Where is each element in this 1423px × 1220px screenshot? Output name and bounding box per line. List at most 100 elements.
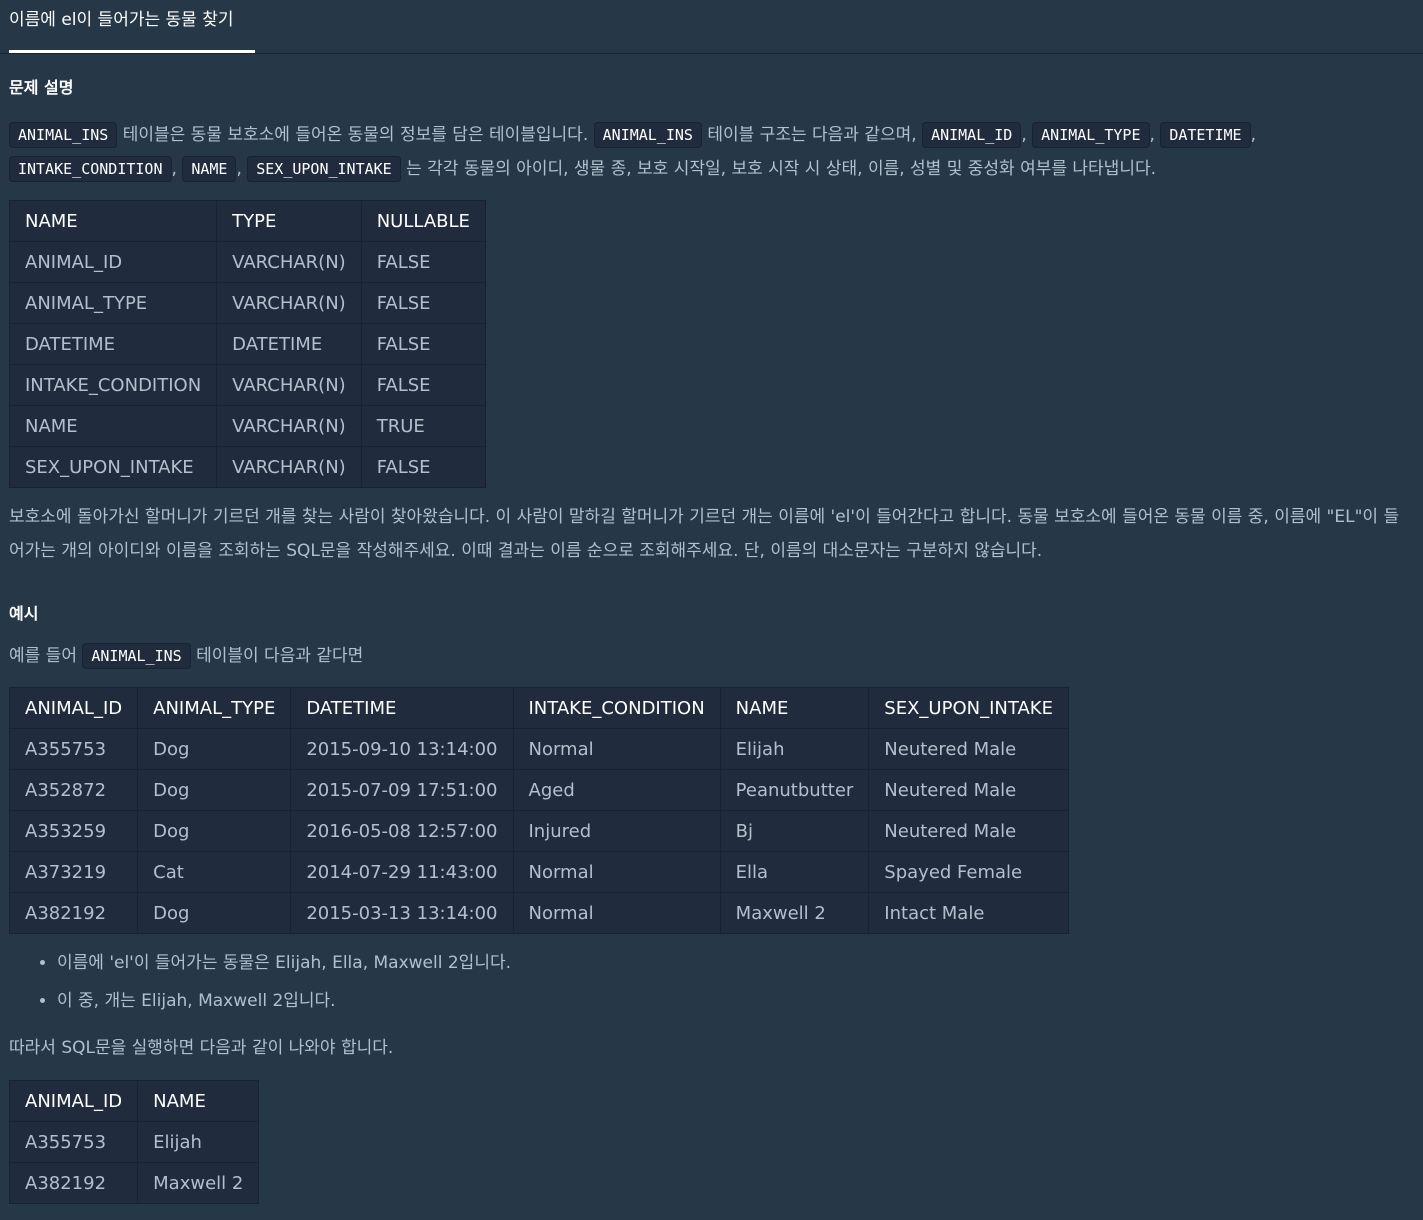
table-header-cell: ANIMAL_ID xyxy=(8,1080,139,1122)
table-cell: ANIMAL_TYPE xyxy=(8,282,218,324)
table-row: ANIMAL_ID VARCHAR(N) FALSE xyxy=(8,241,486,283)
table-header-cell: ANIMAL_ID xyxy=(8,687,139,729)
task-paragraph: 보호소에 돌아가신 할머니가 기르던 개를 찾는 사람이 찾아왔습니다. 이 사… xyxy=(9,507,1400,561)
table-cell: VARCHAR(N) xyxy=(216,282,362,324)
table-cell: DATETIME xyxy=(8,323,218,365)
table-header-cell: DATETIME xyxy=(290,687,514,729)
table-cell: Neutered Male xyxy=(868,810,1069,852)
example-text: 예를 들어 xyxy=(9,646,83,666)
table-cell: ANIMAL_ID xyxy=(8,241,218,283)
table-cell: Normal xyxy=(512,728,721,770)
description-paragraph: ANIMAL_INS 테이블은 동물 보호소에 들어온 동물의 정보를 담은 테… xyxy=(9,118,1414,186)
table-header-row: ANIMAL_ID NAME xyxy=(8,1080,260,1122)
code-intake-condition: INTAKE_CONDITION xyxy=(9,156,172,182)
table-cell: A352872 xyxy=(8,769,139,811)
description-text: 테이블 구조는 다음과 같으며, xyxy=(701,125,923,145)
table-cell: A355753 xyxy=(8,728,139,770)
table-header-cell: NULLABLE xyxy=(360,200,486,242)
table-cell: A373219 xyxy=(8,851,139,893)
table-row: A373219 Cat 2014-07-29 11:43:00 Normal Ella S… xyxy=(8,851,1069,893)
table-cell: 2015-03-13 13:14:00 xyxy=(290,892,514,934)
table-header-row: ANIMAL_ID ANIMAL_TYPE DATETIME INTAKE_CO… xyxy=(8,687,1069,729)
example-heading: 예시 xyxy=(9,604,39,623)
table-header-cell: ANIMAL_TYPE xyxy=(137,687,292,729)
table-cell: Dog xyxy=(137,769,292,811)
table-header-cell: NAME xyxy=(719,687,870,729)
table-row: INTAKE_CONDITION VARCHAR(N) FALSE xyxy=(8,364,486,406)
result-table: ANIMAL_ID NAME A355753 Elijah A382192 Maxw… xyxy=(8,1080,260,1204)
table-cell: Injured xyxy=(512,810,721,852)
table-cell: FALSE xyxy=(360,323,486,365)
table-cell: Aged xyxy=(512,769,721,811)
example-bullets: 이름에 'el'이 들어가는 동물은 Elijah, Ella, Maxwell… xyxy=(9,944,511,1020)
table-cell: VARCHAR(N) xyxy=(216,364,362,406)
table-header-row: NAME TYPE NULLABLE xyxy=(8,200,486,242)
table-cell: FALSE xyxy=(360,364,486,406)
table-cell: Normal xyxy=(512,892,721,934)
table-cell: NAME xyxy=(8,405,218,447)
table-row: A382192 Dog 2015-03-13 13:14:00 Normal Maxwe… xyxy=(8,892,1069,934)
table-cell: Cat xyxy=(137,851,292,893)
table-cell: Dog xyxy=(137,810,292,852)
table-cell: 2014-07-29 11:43:00 xyxy=(290,851,514,893)
table-cell: INTAKE_CONDITION xyxy=(8,364,218,406)
table-cell: A353259 xyxy=(8,810,139,852)
table-cell: 2015-07-09 17:51:00 xyxy=(290,769,514,811)
table-cell: A382192 xyxy=(8,1162,139,1204)
table-cell: Normal xyxy=(512,851,721,893)
table-cell: Bj xyxy=(719,810,870,852)
table-row: ANIMAL_TYPE VARCHAR(N) FALSE xyxy=(8,282,486,324)
table-cell: Elijah xyxy=(719,728,870,770)
result-intro: 따라서 SQL문을 실행하면 다음과 같이 나와야 합니다. xyxy=(9,1038,394,1058)
separator: , xyxy=(1250,125,1256,145)
table-row: DATETIME DATETIME FALSE xyxy=(8,323,486,365)
table-cell: VARCHAR(N) xyxy=(216,405,362,447)
list-item: 이름에 'el'이 들어가는 동물은 Elijah, Ella, Maxwell… xyxy=(57,944,511,982)
table-cell: A382192 xyxy=(8,892,139,934)
code-animal-ins: ANIMAL_INS xyxy=(82,643,191,669)
description-text: 테이블은 동물 보호소에 들어온 동물의 정보를 담은 테이블입니다. xyxy=(117,125,594,145)
table-row: A353259 Dog 2016-05-08 12:57:00 Injured Bj Ne… xyxy=(8,810,1069,852)
table-header-cell: NAME xyxy=(137,1080,260,1122)
separator: , xyxy=(1021,125,1033,145)
code-animal-ins: ANIMAL_INS xyxy=(9,122,118,148)
table-row: A355753 Dog 2015-09-10 13:14:00 Normal Elija… xyxy=(8,728,1069,770)
table-cell: Peanutbutter xyxy=(719,769,870,811)
table-cell: Dog xyxy=(137,728,292,770)
list-item: 이 중, 개는 Elijah, Maxwell 2입니다. xyxy=(57,982,511,1020)
table-header-cell: TYPE xyxy=(216,200,362,242)
table-cell: SEX_UPON_INTAKE xyxy=(8,446,218,488)
table-cell: Intact Male xyxy=(868,892,1069,934)
code-datetime: DATETIME xyxy=(1160,122,1251,148)
code-animal-ins: ANIMAL_INS xyxy=(593,122,702,148)
separator: , xyxy=(236,159,248,179)
schema-table: NAME TYPE NULLABLE ANIMAL_ID VARCHAR(N) FA… xyxy=(8,200,486,488)
table-cell: FALSE xyxy=(360,282,486,324)
tab-problem-title[interactable]: 이름에 el이 들어가는 동물 찾기 xyxy=(9,0,255,53)
code-name: NAME xyxy=(182,156,237,182)
table-cell: FALSE xyxy=(360,241,486,283)
table-cell: VARCHAR(N) xyxy=(216,241,362,283)
code-sex-upon-intake: SEX_UPON_INTAKE xyxy=(247,156,401,182)
table-row: A355753 Elijah xyxy=(8,1121,260,1163)
table-cell: 2016-05-08 12:57:00 xyxy=(290,810,514,852)
table-cell: FALSE xyxy=(360,446,486,488)
table-cell: Dog xyxy=(137,892,292,934)
table-cell: Spayed Female xyxy=(868,851,1069,893)
example-intro: 예를 들어 ANIMAL_INS 테이블이 다음과 같다면 xyxy=(9,639,363,673)
table-row: NAME VARCHAR(N) TRUE xyxy=(8,405,486,447)
table-cell: Maxwell 2 xyxy=(137,1162,260,1204)
table-row: A382192 Maxwell 2 xyxy=(8,1162,260,1204)
table-header-cell: NAME xyxy=(8,200,218,242)
table-row: SEX_UPON_INTAKE VARCHAR(N) FALSE xyxy=(8,446,486,488)
separator: , xyxy=(171,159,183,179)
table-cell: Ella xyxy=(719,851,870,893)
code-animal-id: ANIMAL_ID xyxy=(922,122,1022,148)
table-cell: 2015-09-10 13:14:00 xyxy=(290,728,514,770)
table-cell: A355753 xyxy=(8,1121,139,1163)
code-animal-type: ANIMAL_TYPE xyxy=(1032,122,1150,148)
table-cell: TRUE xyxy=(360,405,486,447)
description-text: 는 각각 동물의 아이디, 생물 종, 보호 시작일, 보호 시작 시 상태, … xyxy=(400,159,1157,179)
table-header-cell: INTAKE_CONDITION xyxy=(512,687,721,729)
separator: , xyxy=(1149,125,1161,145)
